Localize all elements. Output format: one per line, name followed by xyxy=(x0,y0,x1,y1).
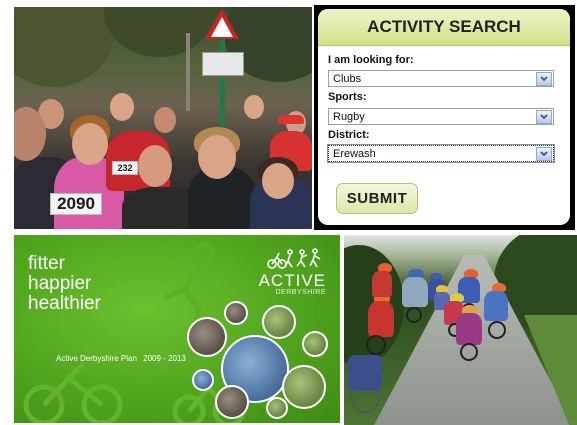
chevron-down-icon[interactable] xyxy=(536,146,552,161)
activity-search-form: ACTIVITY SEARCH I am looking for: Clubs … xyxy=(318,9,570,225)
chevron-down-icon[interactable] xyxy=(536,109,552,124)
watermark-runner-icon xyxy=(162,242,216,328)
district-value: Erewash xyxy=(333,147,376,160)
sign-pole xyxy=(220,37,225,127)
district-label: District: xyxy=(328,129,370,141)
brand-derbyshire-logo: DERBYSHIRE xyxy=(275,289,326,296)
search-header: ACTIVITY SEARCH xyxy=(318,9,570,46)
district-select[interactable]: Erewash xyxy=(327,144,555,163)
rider-body xyxy=(456,313,482,345)
bike-wheel xyxy=(460,343,478,361)
photo-bubble xyxy=(192,369,214,391)
tagline-fitter: fitter xyxy=(28,253,65,274)
race-bib: 2090 xyxy=(50,193,102,215)
photo-bubble xyxy=(224,301,248,325)
tagline-healthier: healthier xyxy=(28,293,101,314)
rider-body xyxy=(402,277,428,307)
warning-sign-inner xyxy=(211,17,233,37)
active-sport-figures-icon xyxy=(267,248,321,269)
bike-wheel xyxy=(406,307,422,323)
plan-title-text: Active Derbyshire Plan xyxy=(56,354,137,363)
photo-bubble xyxy=(282,365,326,409)
race-bib: 232 xyxy=(112,161,138,175)
submit-button[interactable]: SUBMIT xyxy=(336,183,418,214)
runner-head xyxy=(198,135,236,179)
rider-body xyxy=(484,291,508,321)
looking-for-value: Clubs xyxy=(333,72,362,85)
bike-wheel xyxy=(366,335,386,355)
plan-years: 2009 - 2013 xyxy=(143,354,186,363)
child-trailer xyxy=(348,355,382,391)
bike-wheel xyxy=(488,321,506,339)
looking-for-select[interactable]: Clubs xyxy=(328,70,554,87)
sports-value: Rugby xyxy=(333,110,365,123)
looking-for-label: I am looking for: xyxy=(328,54,414,66)
runner-cap xyxy=(278,115,304,124)
active-derbyshire-plan-cover[interactable]: fitter happier healthier ACTIVE DERBYSHI… xyxy=(14,235,340,423)
road-sign-board xyxy=(202,52,244,76)
photo-bubble xyxy=(302,331,328,357)
tree-canopy xyxy=(104,7,214,57)
runners-photo: 2090 232 xyxy=(14,7,312,229)
plan-title: Active Derbyshire Plan 2009 - 2013 xyxy=(56,354,186,363)
tree-canopy xyxy=(14,7,114,87)
photo-bubble xyxy=(266,397,288,419)
runner-head xyxy=(72,123,108,165)
runner-head xyxy=(262,163,294,199)
runner-head xyxy=(154,107,176,133)
photo-bubble xyxy=(215,385,249,419)
rider-body xyxy=(368,301,394,337)
chevron-down-icon[interactable] xyxy=(536,71,552,86)
photo-bubble xyxy=(187,317,227,357)
runner-head xyxy=(110,93,134,121)
rider-body xyxy=(372,271,392,297)
brand-active-logo: ACTIVE xyxy=(258,271,326,290)
fence-post xyxy=(186,33,190,111)
search-title: ACTIVITY SEARCH xyxy=(367,17,521,36)
sports-label: Sports: xyxy=(328,91,367,103)
photo-bubble xyxy=(262,305,296,339)
runner-head xyxy=(244,95,264,119)
tagline-happier: happier xyxy=(28,273,92,294)
cyclists-photo xyxy=(344,235,577,425)
activity-search-widget: ACTIVITY SEARCH I am looking for: Clubs … xyxy=(314,5,575,230)
runner-head xyxy=(138,145,172,187)
sports-select[interactable]: Rugby xyxy=(328,108,554,125)
